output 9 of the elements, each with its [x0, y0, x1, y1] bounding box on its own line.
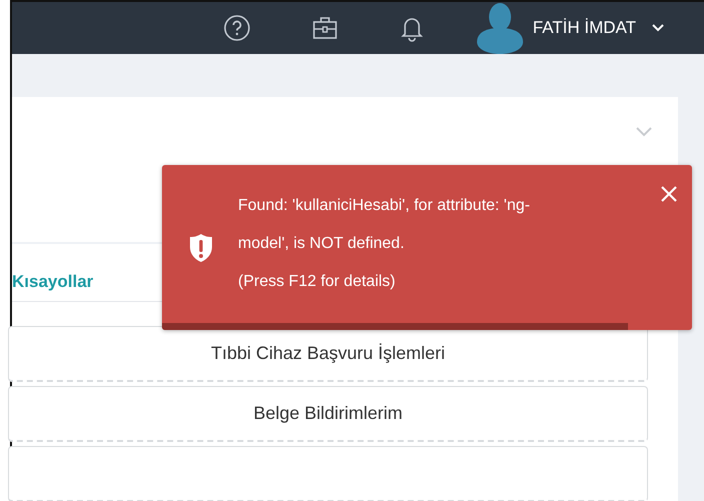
shield-alert-icon	[189, 232, 213, 262]
briefcase-icon[interactable]	[310, 14, 339, 42]
caret-icon[interactable]	[652, 24, 664, 32]
avatar-icon[interactable]	[474, 2, 525, 54]
user-name[interactable]: FATİH İMDAT	[532, 18, 636, 38]
help-icon[interactable]	[222, 14, 251, 42]
close-icon[interactable]	[660, 185, 678, 203]
shortcut-button[interactable]: Belge Bildirimlerim	[8, 386, 648, 442]
shortcut-button[interactable]: Tıbbi Cihaz Başvuru İşlemleri	[8, 326, 648, 382]
